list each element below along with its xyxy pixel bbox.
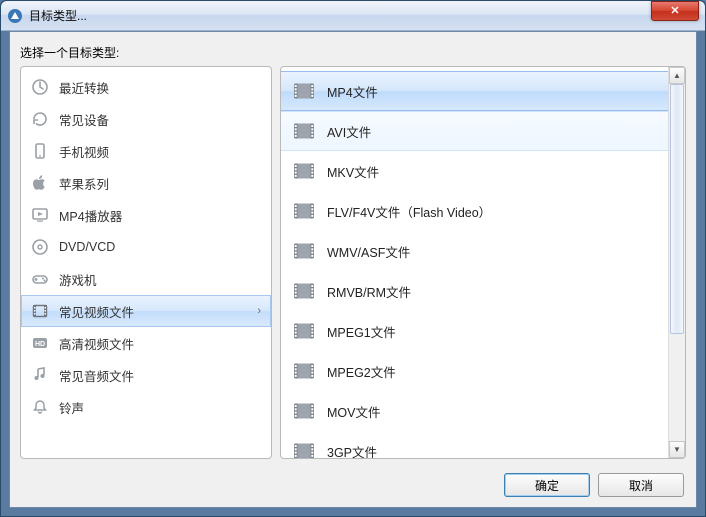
film-icon (293, 122, 315, 140)
file-label: RMVB/RM文件 (327, 282, 411, 301)
category-item[interactable]: 游戏机 (21, 263, 271, 295)
close-button[interactable]: ✕ (651, 1, 699, 21)
file-label: MOV文件 (327, 402, 380, 421)
apple-icon (31, 174, 49, 192)
category-label: 常见视频文件 (59, 302, 134, 321)
category-label: 常见设备 (59, 110, 109, 129)
scrollbar: ▲ ▼ (668, 67, 685, 458)
cancel-button[interactable]: 取消 (598, 473, 684, 497)
scroll-thumb[interactable] (670, 84, 684, 334)
ok-button[interactable]: 确定 (504, 473, 590, 497)
file-item[interactable]: MPEG2文件 (281, 351, 668, 391)
file-list: MP4文件 AVI文件 MKV文件 FLV/F4V文件（Flash Video）… (281, 67, 668, 458)
file-item[interactable]: MKV文件 (281, 151, 668, 191)
category-item[interactable]: 苹果系列 (21, 167, 271, 199)
film-icon (293, 202, 315, 220)
bell-icon (31, 398, 49, 416)
category-label: 手机视频 (59, 142, 109, 161)
category-label: MP4播放器 (59, 206, 122, 225)
film-icon (31, 302, 49, 320)
category-item[interactable]: 手机视频 (21, 135, 271, 167)
chevron-right-icon: › (257, 305, 261, 317)
film-icon (293, 82, 315, 100)
file-item[interactable]: FLV/F4V文件（Flash Video） (281, 191, 668, 231)
file-label: FLV/F4V文件（Flash Video） (327, 202, 491, 221)
category-label: 苹果系列 (59, 174, 109, 193)
file-label: MPEG1文件 (327, 322, 396, 341)
category-label: 游戏机 (59, 270, 97, 289)
category-label: 常见音频文件 (59, 366, 134, 385)
file-item[interactable]: AVI文件 (281, 111, 668, 151)
refresh-icon (31, 110, 49, 128)
close-icon: ✕ (670, 4, 679, 17)
file-item[interactable]: MPEG1文件 (281, 311, 668, 351)
film-icon (293, 362, 315, 380)
category-label: 铃声 (59, 398, 84, 417)
file-item[interactable]: WMV/ASF文件 (281, 231, 668, 271)
music-icon (31, 366, 49, 384)
app-icon (7, 8, 23, 24)
file-label: WMV/ASF文件 (327, 242, 410, 261)
file-label: MKV文件 (327, 162, 379, 181)
player-icon (31, 206, 49, 224)
film-icon (293, 442, 315, 458)
category-label: 高清视频文件 (59, 334, 134, 353)
window-title: 目标类型... (29, 7, 651, 24)
film-icon (293, 282, 315, 300)
category-item[interactable]: DVD/VCD (21, 231, 271, 263)
film-icon (293, 322, 315, 340)
hd-icon: HD (31, 334, 49, 352)
clock-icon (31, 78, 49, 96)
category-label: 最近转换 (59, 78, 109, 97)
file-pane: MP4文件 AVI文件 MKV文件 FLV/F4V文件（Flash Video）… (280, 66, 686, 459)
chevron-up-icon: ▲ (673, 71, 681, 80)
file-label: AVI文件 (327, 122, 371, 141)
scroll-up-button[interactable]: ▲ (669, 67, 685, 84)
footer: 确定 取消 (504, 473, 684, 497)
ok-button-label: 确定 (535, 477, 559, 494)
titlebar[interactable]: 目标类型... ✕ (1, 1, 705, 31)
category-pane: 最近转换常见设备手机视频苹果系列 MP4播放器 DVD/VCD 游戏机常见视频文件 › H… (20, 66, 272, 459)
file-label: MP4文件 (327, 82, 378, 101)
category-item[interactable]: 常见设备 (21, 103, 271, 135)
film-icon (293, 162, 315, 180)
category-item[interactable]: 常见视频文件 › (21, 295, 271, 327)
category-list: 最近转换常见设备手机视频苹果系列 MP4播放器 DVD/VCD 游戏机常见视频文件 › H… (21, 67, 271, 423)
file-label: 3GP文件 (327, 442, 377, 459)
cancel-button-label: 取消 (629, 477, 653, 494)
client-area: 选择一个目标类型: 最近转换常见设备手机视频苹果系列 MP4播放器 DVD/VCD 游… (9, 31, 697, 508)
disc-icon (31, 238, 49, 256)
dialog-window: 目标类型... ✕ 选择一个目标类型: 最近转换常见设备手机视频苹果系列 MP4播… (0, 0, 706, 517)
file-item[interactable]: RMVB/RM文件 (281, 271, 668, 311)
svg-text:HD: HD (35, 341, 45, 348)
scroll-track[interactable] (669, 84, 685, 441)
category-item[interactable]: MP4播放器 (21, 199, 271, 231)
file-item[interactable]: MP4文件 (281, 71, 668, 111)
category-item[interactable]: HD 高清视频文件 (21, 327, 271, 359)
category-item[interactable]: 常见音频文件 (21, 359, 271, 391)
scroll-down-button[interactable]: ▼ (669, 441, 685, 458)
film-icon (293, 242, 315, 260)
category-label: DVD/VCD (59, 240, 115, 254)
phone-icon (31, 142, 49, 160)
category-item[interactable]: 铃声 (21, 391, 271, 423)
prompt-label: 选择一个目标类型: (10, 32, 696, 67)
file-label: MPEG2文件 (327, 362, 396, 381)
film-icon (293, 402, 315, 420)
chevron-down-icon: ▼ (673, 445, 681, 454)
panes: 最近转换常见设备手机视频苹果系列 MP4播放器 DVD/VCD 游戏机常见视频文件 › H… (20, 66, 686, 459)
file-item[interactable]: MOV文件 (281, 391, 668, 431)
category-item[interactable]: 最近转换 (21, 71, 271, 103)
file-item[interactable]: 3GP文件 (281, 431, 668, 458)
gamepad-icon (31, 270, 49, 288)
